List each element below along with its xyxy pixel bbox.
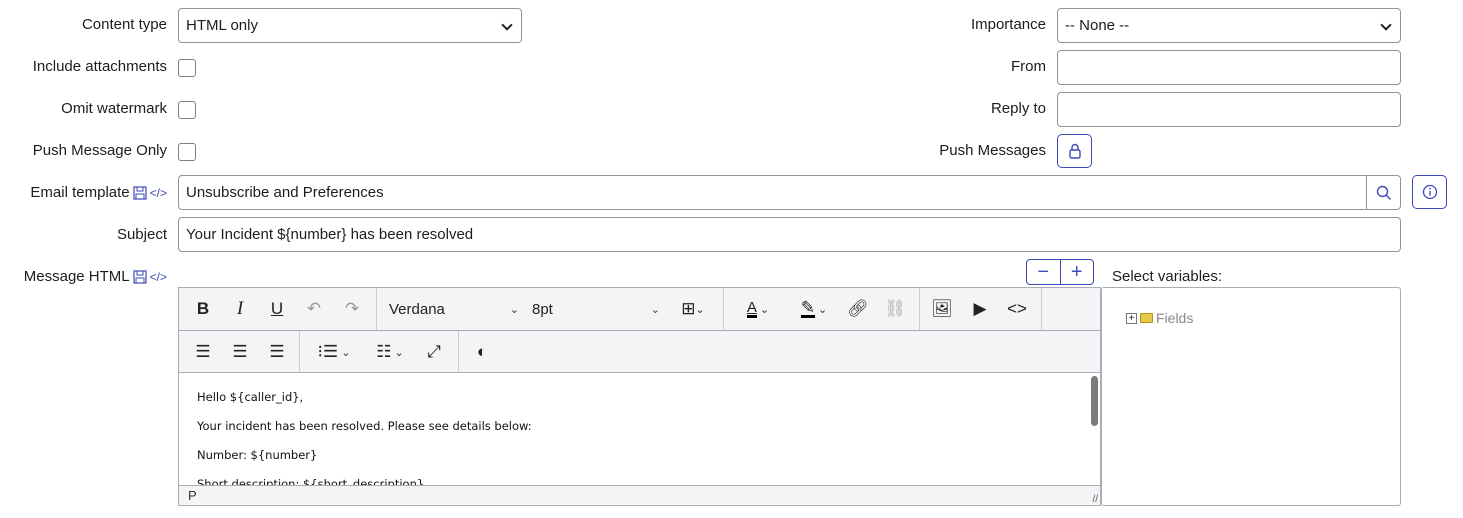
undo-button[interactable]: ↶ <box>299 288 329 330</box>
media-icon: ▶︎ <box>973 299 987 318</box>
align-left-icon: ☰ <box>195 342 211 361</box>
folder-icon <box>1140 313 1153 323</box>
fullscreen-button[interactable]: ⤢ <box>419 331 449 373</box>
push-message-only-checkbox[interactable] <box>178 143 196 161</box>
email-template-input[interactable]: Unsubscribe and Preferences <box>178 175 1401 210</box>
reply-to-input[interactable] <box>1057 92 1401 127</box>
numbered-list-icon: ☷ <box>376 342 392 361</box>
editor-toolbar-row-1: B I U ↶ ↷ Verdana ⌄ 8pt ⌄ ⊞ ⌄ A ⌄ ✎ ⌄ 🔗︎ ⛓︎… <box>178 287 1101 330</box>
highlight-color-button[interactable]: ✎ ⌄ <box>789 288 839 330</box>
variables-tree: + Fields <box>1101 287 1401 506</box>
content-type-select[interactable]: HTML only <box>178 8 522 43</box>
code-icon[interactable]: </> <box>150 186 167 200</box>
link-button[interactable]: 🔗︎ <box>843 288 873 330</box>
bullet-list-button[interactable]: ⁝☰ ⌄ <box>309 331 359 373</box>
push-messages-label: Push Messages <box>939 142 1046 159</box>
importance-label: Importance <box>970 16 1046 33</box>
image-icon: 🖼︎ <box>931 299 953 318</box>
email-template-label: Email template <box>30 184 130 201</box>
editor-scrollbar[interactable] <box>1091 376 1098 426</box>
email-template-info-button[interactable] <box>1412 175 1447 209</box>
save-icon[interactable] <box>133 185 147 200</box>
insert-image-button[interactable]: 🖼︎ <box>927 288 957 330</box>
font-size-select[interactable]: 8pt ⌄ <box>532 288 660 330</box>
expand-editor-button[interactable]: + <box>1061 260 1094 284</box>
search-icon <box>1376 185 1391 200</box>
contrast-button[interactable]: ◐ <box>467 331 497 373</box>
unlink-button[interactable]: ⛓︎ <box>880 288 910 330</box>
subject-label: Subject <box>116 226 167 243</box>
content-line: Number: ${number} <box>197 448 318 462</box>
push-messages-lock-button[interactable] <box>1057 134 1092 168</box>
font-family-value: Verdana <box>389 300 445 318</box>
reply-to-label: Reply to <box>990 100 1046 117</box>
align-center-button[interactable]: ☰ <box>225 331 255 373</box>
align-right-button[interactable]: ☰ <box>262 331 292 373</box>
include-attachments-label: Include attachments <box>32 58 167 75</box>
chevron-down-icon: ⌄ <box>509 303 519 316</box>
resize-handle-icon[interactable]: // <box>1092 494 1098 505</box>
element-path[interactable]: P <box>188 488 197 503</box>
message-html-label: Message HTML <box>23 268 130 285</box>
subject-input[interactable]: Your Incident ${number} has been resolve… <box>178 217 1401 252</box>
source-code-button[interactable]: <> <box>1002 288 1032 330</box>
message-html-label-group: Message HTML </> <box>24 268 167 285</box>
bold-button[interactable]: B <box>188 288 218 330</box>
code-icon: <> <box>1007 299 1027 318</box>
content-line: Short description: ${short_description} <box>197 477 425 485</box>
chevron-down-icon: ⌄ <box>650 303 660 316</box>
email-template-value: Unsubscribe and Preferences <box>186 184 384 201</box>
table-button[interactable]: ⊞ ⌄ <box>671 288 715 330</box>
from-label: From <box>1011 58 1046 75</box>
editor-toolbar-row-2: ☰ ☰ ☰ ⁝☰ ⌄ ☷ ⌄ ⤢ ◐ <box>178 330 1101 373</box>
contrast-icon: ◐ <box>476 342 488 361</box>
content-line: Hello ${caller_id}, <box>197 390 304 404</box>
editor-content[interactable]: Hello ${caller_id}, Your incident has be… <box>178 372 1101 485</box>
align-center-icon: ☰ <box>232 342 248 361</box>
bullet-list-icon: ⁝☰ <box>317 342 339 361</box>
email-template-search-button[interactable] <box>1366 176 1400 209</box>
save-icon[interactable] <box>133 269 147 284</box>
highlighter-icon: ✎ <box>800 298 815 318</box>
tree-node-fields[interactable]: + Fields <box>1126 310 1193 326</box>
table-icon: ⊞ <box>681 299 696 318</box>
importance-select[interactable]: -- None -- <box>1057 8 1401 43</box>
content-type-value: HTML only <box>186 17 258 34</box>
info-icon <box>1422 184 1437 200</box>
omit-watermark-label: Omit watermark <box>61 100 167 117</box>
shrink-editor-button[interactable]: − <box>1027 260 1061 284</box>
font-family-select[interactable]: Verdana ⌄ <box>389 288 519 330</box>
text-color-icon: A <box>746 299 757 318</box>
include-attachments-checkbox[interactable] <box>178 59 196 77</box>
expand-icon[interactable]: + <box>1126 312 1137 324</box>
font-size-value: 8pt <box>532 300 553 318</box>
italic-button[interactable]: I <box>225 288 255 330</box>
email-template-label-group: Email template </> <box>30 184 167 201</box>
importance-value: -- None -- <box>1065 17 1130 34</box>
numbered-list-button[interactable]: ☷ ⌄ <box>365 331 415 373</box>
select-variables-label: Select variables: <box>1112 268 1223 285</box>
unlink-icon: ⛓︎ <box>884 299 906 318</box>
editor-size-controls: − + <box>1026 259 1094 285</box>
content-type-label: Content type <box>81 16 167 33</box>
push-message-only-label: Push Message Only <box>32 142 167 159</box>
redo-button[interactable]: ↷ <box>337 288 367 330</box>
underline-button[interactable]: U <box>262 288 292 330</box>
text-color-button[interactable]: A ⌄ <box>733 288 783 330</box>
editor-statusbar: P // <box>178 485 1101 506</box>
align-left-button[interactable]: ☰ <box>188 331 218 373</box>
fullscreen-icon: ⤢ <box>427 342 441 361</box>
tree-node-label: Fields <box>1156 310 1194 326</box>
content-line: Your incident has been resolved. Please … <box>197 419 532 433</box>
link-icon: 🔗︎ <box>847 299 869 318</box>
lock-icon <box>1068 143 1081 159</box>
insert-media-button[interactable]: ▶︎ <box>965 288 995 330</box>
align-right-icon: ☰ <box>269 342 285 361</box>
from-input[interactable] <box>1057 50 1401 85</box>
omit-watermark-checkbox[interactable] <box>178 101 196 119</box>
code-icon[interactable]: </> <box>150 270 167 284</box>
